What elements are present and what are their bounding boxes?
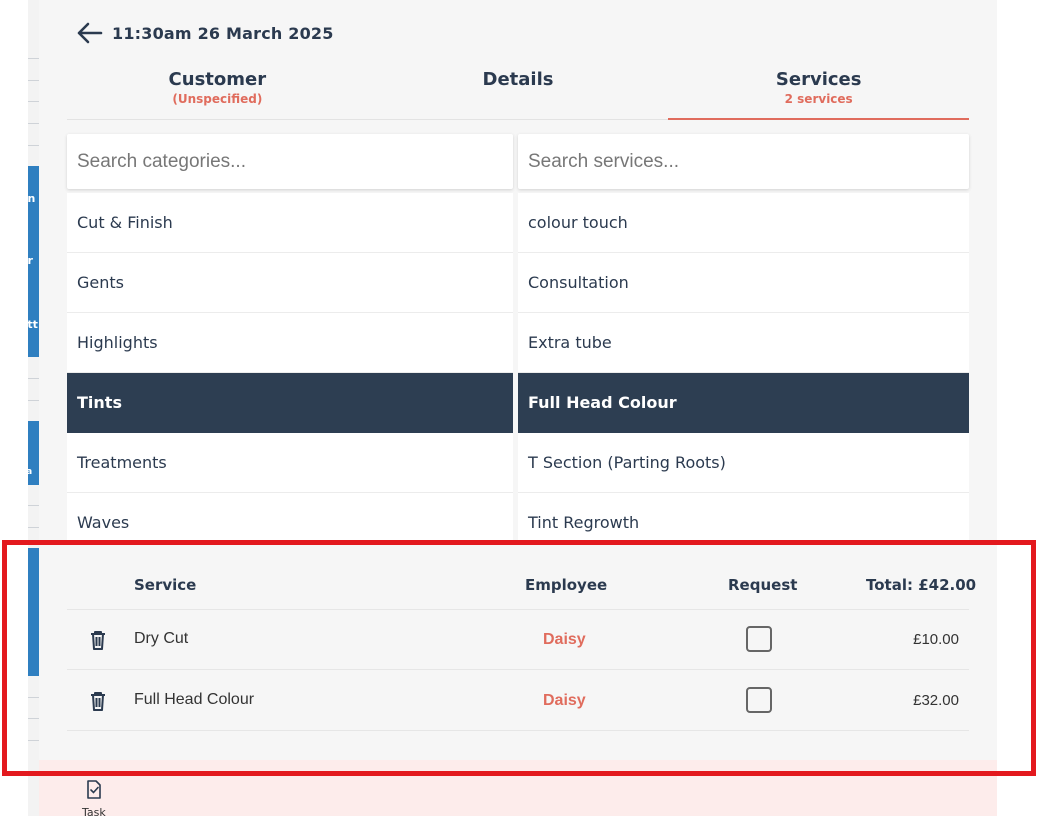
divider (28, 527, 39, 528)
tab-label: Details (482, 69, 554, 90)
trash-icon[interactable] (88, 629, 108, 651)
divider (28, 740, 39, 741)
tab-sublabel: (Unspecified) (172, 92, 263, 106)
column-header-employee: Employee (525, 576, 608, 594)
clipboard-check-icon[interactable] (84, 778, 104, 800)
appointment-datetime: 11:30am 26 March 2025 (112, 23, 334, 43)
service-name: Dry Cut (134, 630, 189, 647)
category-item[interactable]: Gents (67, 253, 513, 313)
category-item-selected[interactable]: Tints (67, 373, 513, 433)
service-item[interactable]: Extra tube (518, 313, 969, 373)
divider (28, 505, 39, 506)
sidebar-nav-block[interactable] (28, 548, 39, 676)
category-item[interactable]: Cut & Finish (67, 193, 513, 253)
sidebar-fragment: ea (20, 467, 33, 477)
booking-tabs: Customer (Unspecified) Details Services … (67, 62, 969, 120)
trash-icon[interactable] (88, 690, 108, 712)
sidebar-nav-block[interactable]: ea (20, 421, 39, 485)
divider (28, 378, 39, 379)
tab-label: Customer (168, 69, 267, 90)
divider (67, 730, 969, 731)
request-checkbox[interactable] (746, 626, 772, 652)
tab-sublabel: 2 services (784, 92, 853, 106)
service-search-box (518, 134, 969, 189)
category-item[interactable]: Highlights (67, 313, 513, 373)
column-header-service: Service (134, 576, 197, 594)
tab-services[interactable]: Services 2 services (668, 62, 969, 120)
arrow-left-icon[interactable] (76, 20, 104, 46)
sidebar-nav-block[interactable]: on er att (20, 166, 39, 357)
task-label[interactable]: Task (82, 806, 106, 819)
category-item[interactable]: Treatments (67, 433, 513, 493)
column-header-request: Request (728, 576, 798, 594)
divider (28, 101, 39, 102)
category-search-input[interactable] (67, 134, 513, 189)
tab-details[interactable]: Details (368, 62, 669, 119)
request-checkbox[interactable] (746, 687, 772, 713)
employee-name[interactable]: Daisy (543, 631, 586, 649)
divider (28, 718, 39, 719)
sidebar-fragment: on (20, 192, 36, 205)
service-item[interactable]: colour touch (518, 193, 969, 253)
divider (28, 145, 39, 146)
category-search-box (67, 134, 513, 189)
service-search-input[interactable] (518, 134, 969, 189)
sidebar-fragment: att (20, 318, 38, 331)
service-list: colour touch Consultation Extra tube Ful… (518, 193, 969, 553)
service-item[interactable]: Consultation (518, 253, 969, 313)
total-amount: Total: £42.00 (866, 576, 977, 594)
sidebar-fragment: er (20, 254, 33, 267)
divider (28, 80, 39, 81)
service-price: £32.00 (913, 692, 959, 709)
footer-bar (39, 760, 997, 816)
employee-name[interactable]: Daisy (543, 692, 586, 710)
appointment-header: 11:30am 26 March 2025 (76, 20, 334, 46)
sidebar-edge: on er att ea (20, 0, 39, 816)
service-name: Full Head Colour (134, 691, 255, 708)
selected-services-summary (39, 540, 997, 760)
service-item-selected[interactable]: Full Head Colour (518, 373, 969, 433)
divider (67, 609, 969, 610)
tab-customer[interactable]: Customer (Unspecified) (67, 62, 368, 119)
divider (28, 58, 39, 59)
divider (28, 400, 39, 401)
service-price: £10.00 (913, 631, 959, 648)
divider (28, 123, 39, 124)
service-item[interactable]: T Section (Parting Roots) (518, 433, 969, 493)
tab-label: Services (775, 69, 862, 90)
divider (67, 669, 969, 670)
divider (28, 697, 39, 698)
category-list: Cut & Finish Gents Highlights Tints Trea… (67, 193, 513, 553)
